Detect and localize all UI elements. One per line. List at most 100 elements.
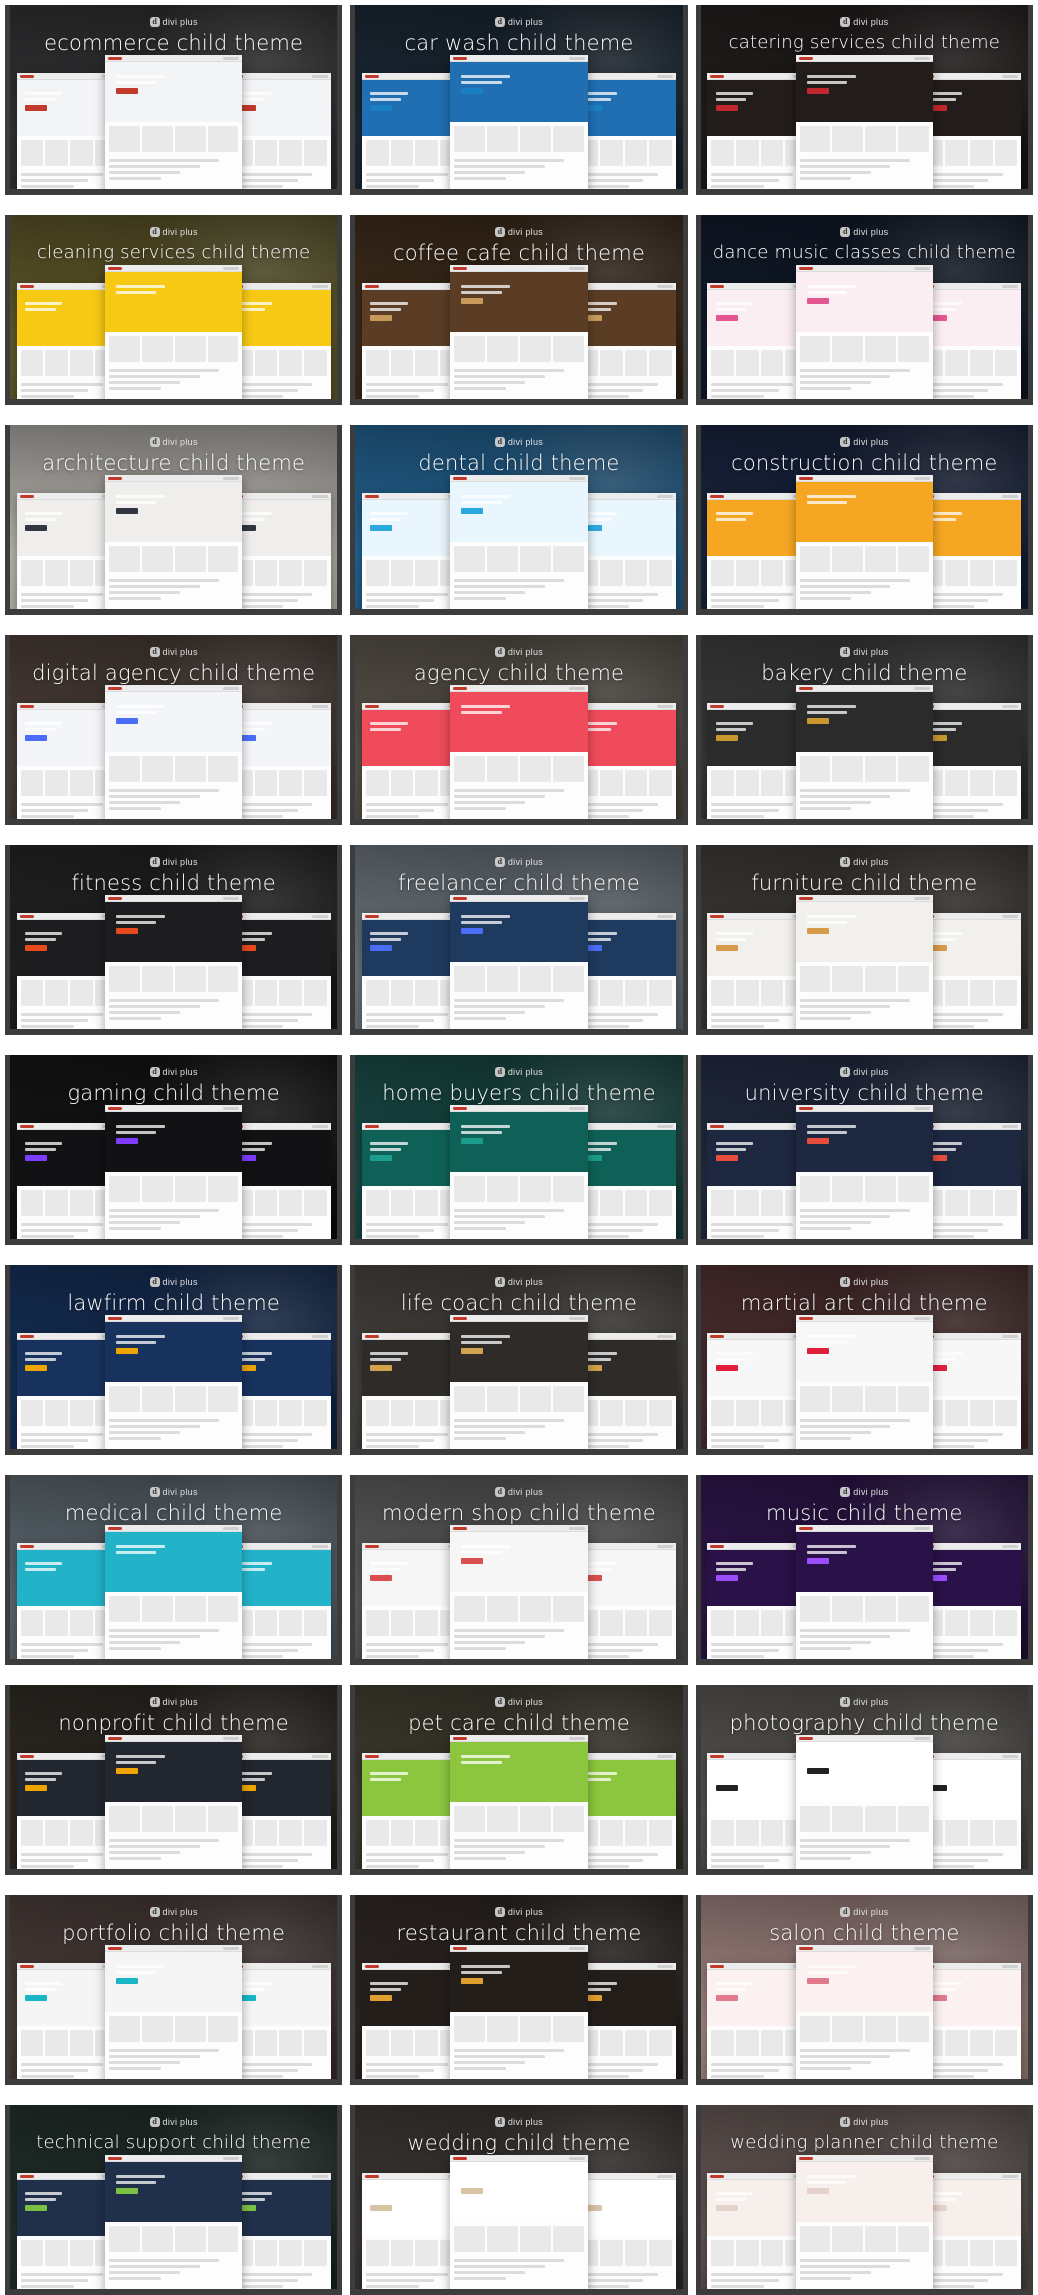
- theme-card-photography[interactable]: d divi plus photography child theme: [695, 1685, 1033, 1875]
- mockup-hero: [450, 1112, 588, 1172]
- mockup-pane: [104, 475, 243, 609]
- theme-card-cleaning[interactable]: d divi plus cleaning services child them…: [5, 215, 343, 405]
- mockup-hero-text: [370, 92, 414, 112]
- mockup-hero-text: [115, 1545, 174, 1565]
- mockup-hero-text: [461, 915, 519, 935]
- mockup-group: [355, 469, 682, 609]
- mockup-browser-bar: [104, 1315, 243, 1322]
- mockup-hero-text: [461, 1755, 519, 1775]
- mockup-rows: [796, 366, 933, 396]
- theme-card-coffee-cafe[interactable]: d divi plus coffee cafe child theme: [350, 215, 688, 405]
- mockup-hero-text: [715, 1772, 760, 1792]
- mockup-tiles: [105, 542, 242, 576]
- mockup-hero: [450, 1532, 588, 1592]
- mockup-pane: [104, 1525, 243, 1659]
- mockup-tiles: [105, 1382, 242, 1416]
- mockup-browser-bar: [795, 1945, 934, 1952]
- mockup-pane: [795, 55, 934, 189]
- mockup-hero: [450, 692, 588, 752]
- theme-card-digital-agency[interactable]: d divi plus digital agency child theme: [5, 635, 343, 825]
- theme-card-medical[interactable]: d divi plus medical child theme: [5, 1475, 343, 1665]
- mockup-hero-text: [115, 495, 174, 515]
- mockup-group: [701, 1519, 1028, 1659]
- theme-card-salon[interactable]: d divi plus salon child theme: [695, 1895, 1033, 2085]
- mockup-hero-text: [115, 1965, 174, 1985]
- theme-card-martial-art[interactable]: d divi plus martial art child theme: [695, 1265, 1033, 1455]
- mockup-tiles: [105, 2012, 242, 2046]
- theme-card-construction[interactable]: d divi plus construction child theme: [695, 425, 1033, 615]
- mockup-hero-text: [24, 512, 69, 532]
- theme-card-agency[interactable]: d divi plus agency child theme: [350, 635, 688, 825]
- mockup-rows: [796, 1416, 933, 1446]
- theme-card-gaming[interactable]: d divi plus gaming child theme: [5, 1055, 343, 1245]
- mockup-group: [701, 2149, 1028, 2289]
- mockup-pane: [795, 2155, 934, 2289]
- theme-card-bakery[interactable]: d divi plus bakery child theme: [695, 635, 1033, 825]
- theme-card-dance-music[interactable]: d divi plus dance music classes child th…: [695, 215, 1033, 405]
- mockup-tiles: [450, 1172, 587, 1206]
- theme-card-catering[interactable]: d divi plus catering services child them…: [695, 5, 1033, 195]
- theme-card-wedding[interactable]: d divi plus wedding child theme: [350, 2105, 688, 2295]
- mockup-tiles: [796, 962, 933, 996]
- mockup-pane: [450, 265, 588, 399]
- mockup-rows: [105, 1836, 242, 1866]
- mockup-browser-bar: [104, 265, 243, 272]
- mockup-hero-text: [370, 1142, 414, 1162]
- mockup-rows: [450, 576, 587, 606]
- mockup-hero: [450, 1742, 588, 1802]
- theme-card-lawfirm[interactable]: d divi plus lawfirm child theme: [5, 1265, 343, 1455]
- mockup-group: [355, 1309, 682, 1449]
- mockup-browser-bar: [450, 895, 588, 902]
- theme-card-university[interactable]: d divi plus university child theme: [695, 1055, 1033, 1245]
- theme-card-restaurant[interactable]: d divi plus restaurant child theme: [350, 1895, 688, 2085]
- mockup-pane: [795, 895, 934, 1029]
- theme-card-fitness[interactable]: d divi plus fitness child theme: [5, 845, 343, 1035]
- theme-card-ecommerce[interactable]: d divi plus ecommerce child theme: [5, 5, 343, 195]
- mockup-tiles: [450, 962, 587, 996]
- theme-card-freelancer[interactable]: d divi plus freelancer child theme: [350, 845, 688, 1035]
- theme-card-pet-care[interactable]: d divi plus pet care child theme: [350, 1685, 688, 1875]
- mockup-browser-bar: [104, 1105, 243, 1112]
- mockup-rows: [450, 786, 587, 816]
- theme-card-technical-support[interactable]: d divi plus technical support child them…: [5, 2105, 343, 2295]
- mockup-group: [701, 469, 1028, 609]
- theme-card-home-buyers[interactable]: d divi plus home buyers child theme: [350, 1055, 688, 1245]
- mockup-group: [701, 679, 1028, 819]
- mockup-tiles: [796, 122, 933, 156]
- mockup-group: [10, 259, 337, 399]
- mockup-rows: [450, 366, 587, 396]
- theme-card-furniture[interactable]: d divi plus furniture child theme: [695, 845, 1033, 1035]
- mockup-group: [355, 1099, 682, 1239]
- mockup-pane: [104, 55, 243, 189]
- mockup-hero-text: [715, 1142, 760, 1162]
- mockup-group: [701, 1309, 1028, 1449]
- mockup-rows: [105, 366, 242, 396]
- mockup-rows: [450, 2256, 587, 2286]
- mockup-group: [355, 2149, 682, 2289]
- mockup-pane: [104, 895, 243, 1029]
- theme-card-modern-shop[interactable]: d divi plus modern shop child theme: [350, 1475, 688, 1665]
- mockup-hero: [795, 1532, 934, 1592]
- mockup-tiles: [796, 1172, 933, 1206]
- mockup-group: [355, 1939, 682, 2079]
- theme-card-life-coach[interactable]: d divi plus life coach child theme: [350, 1265, 688, 1455]
- mockup-hero: [104, 692, 243, 752]
- mockup-browser-bar: [104, 475, 243, 482]
- mockup-hero-text: [370, 1352, 414, 1372]
- mockup-browser-bar: [450, 475, 588, 482]
- mockup-group: [701, 1729, 1028, 1869]
- theme-card-car-wash[interactable]: d divi plus car wash child theme: [350, 5, 688, 195]
- mockup-rows: [105, 2256, 242, 2286]
- theme-card-wedding-planner[interactable]: d divi plus wedding planner child theme: [695, 2105, 1033, 2295]
- theme-card-dental[interactable]: d divi plus dental child theme: [350, 425, 688, 615]
- theme-card-architecture[interactable]: d divi plus architecture child theme: [5, 425, 343, 615]
- mockup-tiles: [796, 1802, 933, 1836]
- theme-card-portfolio[interactable]: d divi plus portfolio child theme: [5, 1895, 343, 2085]
- theme-card-music[interactable]: d divi plus music child theme: [695, 1475, 1033, 1665]
- mockup-hero-text: [461, 495, 519, 515]
- mockup-hero: [104, 1532, 243, 1592]
- theme-card-nonprofit[interactable]: d divi plus nonprofit child theme: [5, 1685, 343, 1875]
- mockup-hero: [104, 482, 243, 542]
- mockup-pane: [450, 475, 588, 609]
- mockup-hero: [104, 902, 243, 962]
